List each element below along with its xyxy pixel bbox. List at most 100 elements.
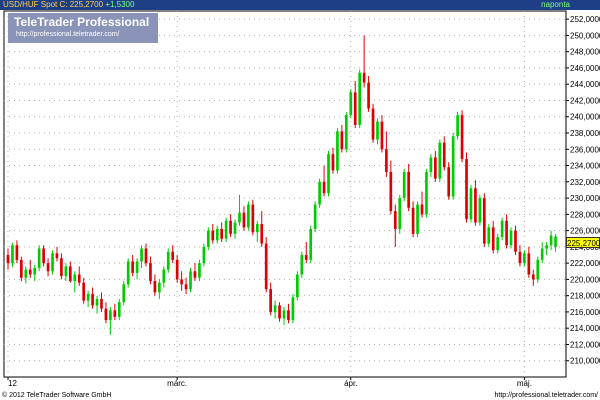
candle-down — [331, 154, 335, 171]
candle-down — [77, 274, 81, 283]
candle-up — [117, 302, 121, 317]
candle-up — [313, 204, 317, 229]
candle-down — [68, 266, 72, 282]
candle-down — [260, 224, 264, 244]
candle-down — [60, 258, 63, 277]
y-tick-label: 244,0000 — [570, 80, 600, 89]
candle-down — [113, 310, 117, 317]
y-tick-label: 228,0000 — [570, 210, 600, 219]
candle-down — [474, 188, 477, 223]
candle-up — [162, 269, 166, 283]
candle-down — [20, 259, 23, 278]
y-tick-label: 250,0000 — [570, 31, 600, 40]
candle-up — [327, 154, 330, 194]
candle-up — [469, 188, 473, 220]
candle-up — [549, 235, 553, 246]
candle-up — [309, 228, 313, 260]
candle-up — [487, 227, 491, 244]
candle-down — [15, 245, 19, 260]
candle-down — [91, 294, 94, 306]
candle-up — [540, 248, 544, 260]
chart-window: USD/HUF Spot C: 225,2700 +1,5300 naponta… — [0, 0, 600, 400]
candle-down — [447, 167, 451, 197]
candle-up — [126, 261, 130, 285]
candle-up — [166, 251, 170, 270]
brand-name: TeleTrader Professional — [14, 15, 150, 29]
candle-down — [264, 243, 268, 290]
candle-down — [385, 149, 388, 173]
candle-down — [184, 284, 188, 290]
candle-up — [273, 305, 277, 312]
y-tick-label: 232,0000 — [570, 178, 600, 187]
y-tick-label: 248,0000 — [570, 48, 600, 57]
candle-down — [278, 305, 281, 319]
candle-down — [389, 172, 393, 212]
y-tick-label: 214,0000 — [570, 324, 600, 333]
candle-up — [402, 172, 406, 199]
candle-up — [536, 259, 540, 280]
candle-down — [322, 181, 326, 194]
candle-down — [393, 211, 397, 229]
candle-up — [376, 121, 379, 140]
candle-up — [509, 230, 513, 246]
candle-down — [527, 253, 531, 275]
candle-down — [531, 274, 535, 280]
candle-up — [456, 115, 459, 137]
candle-down — [42, 248, 45, 264]
candle-down — [482, 198, 486, 244]
candle-up — [95, 298, 99, 306]
candle-up — [438, 142, 442, 179]
candle-up — [206, 230, 210, 247]
footer: © 2012 TeleTrader Software GmbH http://p… — [0, 391, 600, 400]
candle-up — [500, 220, 504, 238]
candle-down — [55, 253, 59, 259]
candle-up — [429, 157, 433, 173]
candle-up — [198, 263, 201, 278]
y-tick-label: 218,0000 — [570, 292, 600, 301]
candle-down — [465, 159, 468, 220]
candle-up — [496, 237, 500, 251]
candle-down — [287, 310, 290, 321]
candle-down — [411, 207, 415, 234]
y-tick-label: 226,0000 — [570, 227, 600, 236]
y-tick-label: 236,0000 — [570, 145, 600, 154]
current-price-marker: 225,2700 — [566, 237, 600, 248]
candle-up — [358, 72, 362, 125]
y-tick-label: 210,0000 — [570, 357, 600, 366]
candle-down — [242, 212, 246, 228]
candle-up — [478, 198, 482, 223]
y-tick-label: 220,0000 — [570, 275, 600, 284]
candle-up — [300, 255, 304, 275]
candlestick-chart: 210,0000 212,0000 214,0000 216,0000 218,0000… — [3, 10, 600, 388]
candle-up — [451, 136, 455, 197]
candle-up — [554, 236, 557, 247]
candle-up — [523, 253, 526, 264]
candle-down — [171, 251, 175, 260]
candle-up — [135, 261, 139, 273]
y-tick-label: 252,0000 — [570, 15, 600, 24]
y-tick-label: 246,0000 — [570, 64, 600, 73]
candle-up — [140, 248, 143, 262]
candle-down — [367, 82, 370, 109]
candle-down — [304, 255, 308, 260]
candle-down — [149, 263, 152, 282]
candle-up — [215, 228, 219, 241]
y-tick-label: 242,0000 — [570, 96, 600, 105]
candle-down — [153, 281, 157, 293]
y-tick-label: 222,0000 — [570, 259, 600, 268]
candle-up — [11, 245, 14, 264]
candle-down — [220, 228, 224, 239]
candle-down — [340, 131, 344, 150]
x-tick-label: máj. — [517, 379, 532, 388]
y-tick-label: 234,0000 — [570, 162, 600, 171]
candle-up — [202, 246, 206, 264]
candle-down — [505, 220, 508, 246]
candle-up — [233, 222, 237, 234]
candle-up — [224, 220, 228, 239]
candle-up — [545, 245, 548, 249]
x-tick-label: ápr. — [344, 379, 357, 388]
footer-url[interactable]: http://professional.teletrader.com/ — [495, 391, 599, 400]
candle-up — [425, 172, 428, 215]
candle-down — [251, 204, 255, 233]
candle-up — [398, 198, 402, 229]
